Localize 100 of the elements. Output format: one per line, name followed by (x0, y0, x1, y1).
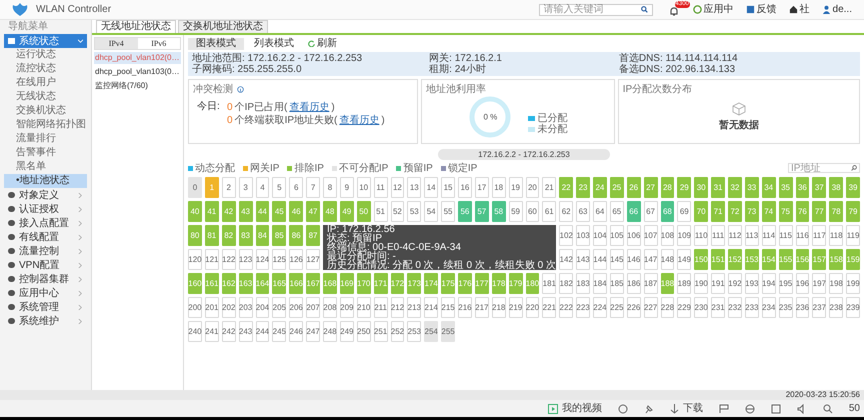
ip-cell[interactable]: 222 (559, 297, 574, 318)
ip-cell[interactable]: 20 (526, 177, 540, 198)
my-videos-button[interactable]: 我的视频 (548, 401, 602, 416)
ip-cell[interactable]: 186 (626, 273, 641, 294)
menu-group[interactable]: 接入点配置 (4, 216, 87, 230)
pool-tree-item[interactable]: 监控网络(7/60) (94, 80, 181, 92)
ip-cell[interactable]: 181 (542, 273, 556, 294)
ip-cell[interactable]: 116 (796, 225, 810, 246)
ip-cell[interactable]: 107 (644, 225, 658, 246)
ip-cell[interactable]: 114 (762, 225, 776, 246)
ip-cell[interactable]: 109 (677, 225, 692, 246)
ip-cell[interactable]: 215 (441, 297, 455, 318)
ip-cell[interactable]: 110 (694, 225, 708, 246)
page-tab[interactable]: 无线地址池状态 (96, 20, 176, 33)
ip-cell[interactable]: 237 (812, 297, 826, 318)
ip-cell[interactable]: 230 (694, 297, 708, 318)
ip-cell[interactable]: 206 (289, 297, 304, 318)
search-icon[interactable] (822, 404, 833, 414)
ip-cell[interactable]: 197 (812, 273, 826, 294)
ip-cell[interactable]: 218 (492, 297, 506, 318)
ip-cell[interactable]: 234 (762, 297, 776, 318)
ip-cell[interactable]: 15 (441, 177, 455, 198)
ip-cell[interactable]: 111 (711, 225, 725, 246)
menu-group[interactable]: 控制器集群 (4, 272, 87, 286)
ip-cell[interactable]: 113 (744, 225, 759, 246)
ip-cell[interactable]: 64 (593, 201, 607, 222)
ip-cell[interactable]: 200 (188, 297, 202, 318)
ip-cell[interactable]: 242 (222, 321, 236, 342)
ip-cell[interactable]: 105 (610, 225, 624, 246)
ip-cell[interactable]: 209 (340, 297, 354, 318)
header-action[interactable]: de... (822, 4, 852, 14)
ip-cell[interactable]: 11 (374, 177, 388, 198)
history-link[interactable]: 查看历史 (339, 114, 380, 127)
ip-cell[interactable]: 103 (576, 225, 590, 246)
ip-cell[interactable]: 207 (306, 297, 320, 318)
ip-cell[interactable]: 194 (762, 273, 776, 294)
ip-cell[interactable]: 238 (829, 297, 844, 318)
ip-cell[interactable]: 13 (407, 177, 422, 198)
ip-cell[interactable]: 144 (593, 249, 607, 270)
ip-cell[interactable]: 217 (474, 297, 489, 318)
ip-cell[interactable]: 147 (644, 249, 658, 270)
ip-cell[interactable]: 193 (744, 273, 759, 294)
ip-cell[interactable]: 145 (610, 249, 624, 270)
ip-cell[interactable]: 233 (744, 297, 759, 318)
ip-cell[interactable]: 119 (846, 225, 860, 246)
menu-item[interactable]: 无线状态 (4, 90, 87, 104)
ip-cell[interactable]: 189 (677, 273, 692, 294)
ip-cell[interactable]: 182 (559, 273, 574, 294)
ip-cell[interactable]: 184 (593, 273, 607, 294)
ip-cell[interactable]: 55 (441, 201, 455, 222)
menu-item[interactable]: 运行状态 (4, 48, 87, 62)
ip-cell[interactable]: 120 (188, 249, 202, 270)
ip-cell[interactable]: 21 (542, 177, 556, 198)
ip-cell[interactable]: 214 (424, 297, 438, 318)
refresh-button[interactable]: 刷新 (308, 38, 337, 50)
ip-cell[interactable]: 254 (424, 321, 438, 342)
menu-group[interactable]: 系统维护 (4, 314, 87, 328)
ip-cell[interactable]: 225 (610, 297, 624, 318)
ip-cell[interactable]: 102 (559, 225, 574, 246)
ip-cell[interactable]: 3 (238, 177, 252, 198)
ip-cell[interactable]: 122 (222, 249, 236, 270)
ip-cell[interactable]: 203 (238, 297, 252, 318)
ip-cell[interactable]: 219 (508, 297, 522, 318)
menu-group[interactable]: 有线配置 (4, 230, 87, 244)
ip-cell[interactable]: 67 (644, 201, 658, 222)
ip-cell[interactable]: 0 (188, 177, 202, 198)
menu-group[interactable]: 系统管理 (4, 300, 87, 314)
ip-cell[interactable]: 17 (474, 177, 489, 198)
history-link[interactable]: 查看历史 (289, 101, 330, 114)
ip-cell[interactable]: 243 (238, 321, 252, 342)
ip-cell[interactable]: 246 (289, 321, 304, 342)
ip-cell[interactable]: 69 (677, 201, 692, 222)
menu-item[interactable]: 在线用户 (4, 76, 87, 90)
ip-cell[interactable]: 142 (559, 249, 574, 270)
ip-version-tab[interactable]: IPv4 (95, 38, 138, 49)
ip-cell[interactable]: 211 (374, 297, 388, 318)
ip-cell[interactable]: 112 (728, 225, 742, 246)
ip-cell[interactable]: 61 (542, 201, 556, 222)
ip-cell[interactable]: 185 (610, 273, 624, 294)
ip-cell[interactable]: 124 (256, 249, 270, 270)
ip-cell[interactable]: 240 (188, 321, 202, 342)
ip-cell[interactable]: 2 (222, 177, 236, 198)
ip-cell[interactable]: 247 (306, 321, 320, 342)
ip-cell[interactable]: 236 (796, 297, 810, 318)
menu-item[interactable]: 告警事件 (4, 146, 87, 160)
ip-cell[interactable]: 251 (374, 321, 388, 342)
ip-cell[interactable]: 253 (407, 321, 422, 342)
ip-cell[interactable]: 241 (204, 321, 219, 342)
ip-cell[interactable]: 121 (204, 249, 219, 270)
ip-cell[interactable]: 244 (256, 321, 270, 342)
view-mode-tab[interactable]: 图表模式 (188, 38, 244, 50)
menu-group[interactable]: VPN配置 (4, 258, 87, 272)
header-action[interactable]: 社 (788, 4, 810, 14)
ip-cell[interactable]: 63 (576, 201, 590, 222)
ip-cell[interactable]: 52 (390, 201, 404, 222)
ip-cell[interactable]: 149 (677, 249, 692, 270)
ip-cell[interactable]: 148 (660, 249, 674, 270)
ip-cell[interactable]: 221 (542, 297, 556, 318)
menu-group[interactable]: 对象定义 (4, 188, 87, 202)
ip-cell[interactable]: 227 (644, 297, 658, 318)
